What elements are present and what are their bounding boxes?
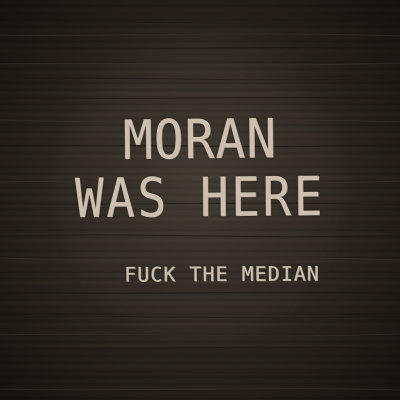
scratched-text-was-here: WAS HERE <box>74 165 326 230</box>
scratched-text-moran: MORAN <box>122 107 278 172</box>
scratched-text-subline: FUCK THE MEDIAN <box>124 261 320 287</box>
wooden-surface: MORAN WAS HERE FUCK THE MEDIAN <box>0 0 400 400</box>
